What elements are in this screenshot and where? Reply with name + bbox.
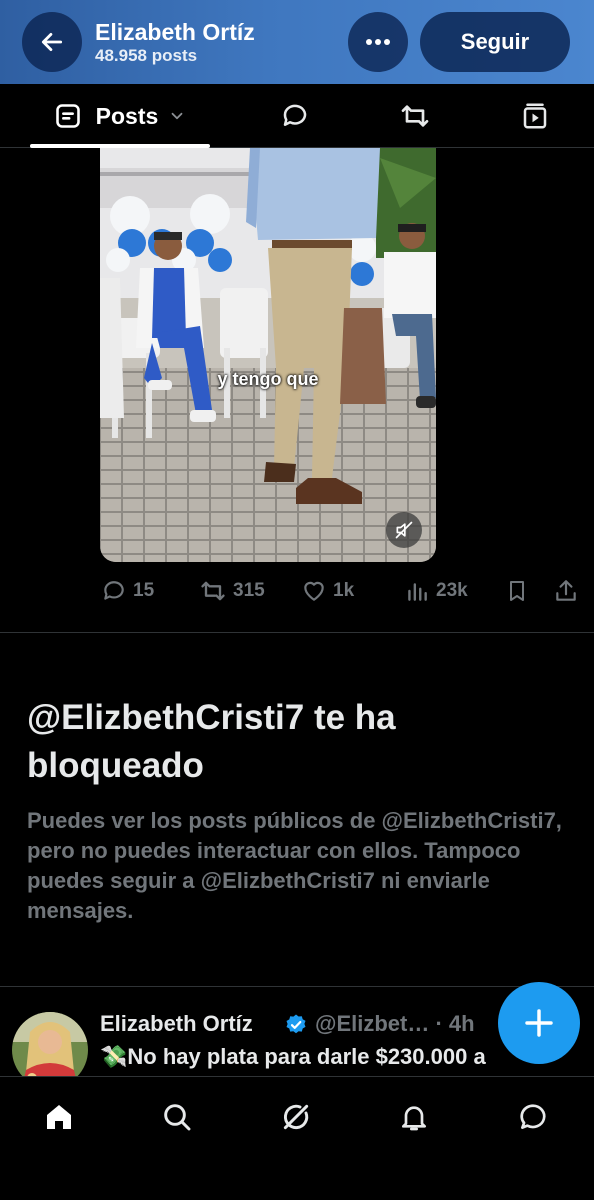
- reply-count: 15: [133, 580, 155, 601]
- reply-icon: [104, 581, 124, 600]
- tab-replies[interactable]: [265, 84, 325, 148]
- like-count: 1k: [333, 580, 355, 601]
- video-tab-icon: [523, 103, 547, 129]
- plus-icon: [525, 1009, 553, 1037]
- profile-header: Elizabeth Ortíz 48.958 posts Seguir: [0, 0, 594, 84]
- compose-post-button[interactable]: [498, 982, 580, 1064]
- more-dots-icon: [366, 39, 390, 45]
- reply-action[interactable]: 15: [101, 574, 154, 608]
- follow-button[interactable]: Seguir: [420, 12, 570, 72]
- share-icon: [556, 580, 576, 601]
- share-action[interactable]: [553, 574, 579, 608]
- notifications-bell-icon: [402, 1106, 426, 1131]
- divider: [0, 986, 594, 987]
- like-action[interactable]: 1k: [301, 574, 354, 608]
- nav-home[interactable]: [29, 1097, 89, 1137]
- repost-count: 315: [233, 580, 265, 601]
- arrow-left-icon: [41, 33, 63, 51]
- views-action[interactable]: 23k: [404, 574, 468, 608]
- post-author-name[interactable]: Elizabeth Ortíz: [100, 1011, 253, 1037]
- tab-posts[interactable]: Posts: [30, 84, 210, 148]
- repost-action[interactable]: 315: [199, 574, 265, 608]
- video-player[interactable]: y tengo que: [100, 148, 436, 562]
- tab-reposts[interactable]: [385, 84, 445, 148]
- mute-toggle-button[interactable]: [386, 512, 422, 548]
- views-chart-icon: [408, 583, 427, 601]
- blocked-description: Puedes ver los posts públicos de @Elizbe…: [27, 808, 562, 923]
- video-caption: y tengo que: [217, 369, 319, 389]
- blocked-title: @ElizbethCristi7 te ha bloqueado: [27, 698, 396, 785]
- nav-grok[interactable]: [266, 1097, 326, 1137]
- back-button[interactable]: [22, 12, 82, 72]
- reply-bubble-icon: [283, 104, 307, 126]
- post-count: 48.958 posts: [95, 46, 198, 65]
- repost-icon: [401, 105, 429, 127]
- bookmark-icon: [510, 581, 524, 601]
- repost-icon: [201, 581, 225, 601]
- post-text[interactable]: 💸No hay plata para darle $230.000 a: [100, 1044, 570, 1070]
- more-options-button[interactable]: [348, 12, 408, 72]
- divider: [0, 632, 594, 633]
- nav-search[interactable]: [147, 1097, 207, 1137]
- nav-notifications[interactable]: [384, 1097, 444, 1137]
- heart-icon: [304, 581, 324, 601]
- tab-posts-label: Posts: [95, 102, 159, 129]
- messages-icon: [520, 1104, 546, 1129]
- bottom-navigation: [0, 1076, 594, 1200]
- tab-videos[interactable]: [505, 84, 565, 148]
- search-icon: [164, 1104, 191, 1131]
- verified-badge-icon: [286, 1014, 306, 1034]
- muted-speaker-icon: [395, 521, 413, 539]
- chevron-down-icon: [171, 112, 183, 120]
- posts-icon: [55, 104, 80, 128]
- profile-name: Elizabeth Ortíz: [95, 19, 255, 45]
- home-icon: [47, 1105, 71, 1129]
- grok-icon: [283, 1104, 309, 1130]
- video-frame: [100, 148, 436, 562]
- bookmark-action[interactable]: [505, 574, 529, 608]
- views-count: 23k: [436, 580, 468, 601]
- nav-messages[interactable]: [503, 1097, 563, 1137]
- profile-tabs: Posts: [0, 84, 594, 148]
- post-handle-time: @Elizbet… · 4h: [315, 1011, 475, 1036]
